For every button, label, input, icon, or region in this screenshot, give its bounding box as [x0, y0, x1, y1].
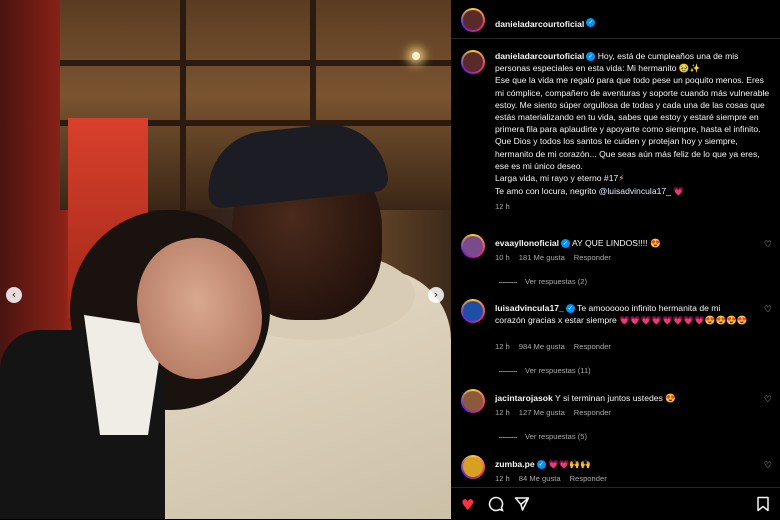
verified-icon: ✓ — [536, 460, 546, 470]
heart-emoji: 💗 — [673, 187, 685, 198]
caption-line-3: Que Dios y todos los santos te cuiden y … — [495, 136, 760, 171]
commenter-username[interactable]: evaayllonoficial — [495, 238, 559, 248]
comment-likes[interactable]: 127 Me gusta — [519, 408, 565, 417]
view-replies-label: Ver respuestas (2) — [525, 277, 588, 286]
commenter-avatar[interactable] — [461, 299, 485, 323]
commenter-avatar[interactable] — [461, 234, 485, 258]
comment-time: 12 h — [495, 342, 510, 351]
comment-text: AY QUE LINDOS!!!! 😍 — [571, 238, 661, 248]
comment-likes[interactable]: 984 Me gusta — [519, 342, 565, 351]
mention-link[interactable]: @luisadvincula17_ — [599, 186, 671, 196]
view-replies-label: Ver respuestas (5) — [525, 432, 588, 441]
comment-likes[interactable]: 181 Me gusta — [519, 253, 565, 262]
caption-line-2: Ese que la vida me regaló para que todo … — [495, 75, 770, 135]
commenter-username[interactable]: jacintarojasok — [495, 393, 553, 403]
heart-outline-icon[interactable]: ♡ — [764, 305, 772, 315]
comment-text: 💗💗🙌🙌 — [548, 459, 591, 469]
verified-icon: ✓ — [586, 18, 596, 28]
lightning-emoji: ⚡ — [618, 174, 625, 185]
chevron-left-icon[interactable]: ‹ — [6, 287, 22, 303]
verified-icon: ✓ — [561, 239, 571, 249]
commenter-avatar[interactable] — [461, 455, 485, 479]
heart-outline-icon[interactable]: ♡ — [764, 395, 772, 405]
caption-line-5: Te amo con locura, negrito — [495, 186, 597, 197]
comment-text: Y si terminan juntos ustedes 😍 — [555, 393, 676, 403]
share-icon[interactable] — [514, 496, 530, 516]
post-photo[interactable]: ‹ › — [0, 0, 451, 519]
comment-time: 12 h — [495, 408, 510, 417]
post-header: danieladarcourtoficial ✓ — [451, 0, 780, 39]
action-bar: ♥ — [451, 487, 780, 520]
reply-button[interactable]: Responder — [574, 408, 611, 417]
post-time: 12 h — [495, 202, 510, 212]
view-replies-button[interactable]: Ver respuestas (11) — [499, 366, 591, 375]
reply-button[interactable]: Responder — [574, 342, 611, 351]
comment-icon[interactable] — [488, 496, 504, 516]
verified-icon: ✓ — [586, 52, 596, 62]
reply-button[interactable]: Responder — [570, 474, 607, 483]
caption-username[interactable]: danieladarcourtoficial — [495, 51, 584, 61]
comment-likes[interactable]: 84 Me gusta — [519, 474, 561, 483]
reply-button[interactable]: Responder — [574, 253, 611, 262]
view-replies-button[interactable]: Ver respuestas (2) — [499, 277, 587, 286]
heart-icon[interactable]: ♥ — [461, 496, 474, 514]
comment-time: 12 h — [495, 474, 510, 483]
bookmark-icon[interactable] — [756, 496, 770, 516]
view-replies-label: Ver respuestas (11) — [525, 366, 591, 375]
chevron-right-icon[interactable]: › — [428, 287, 444, 303]
caption-avatar[interactable] — [461, 50, 485, 74]
author-username[interactable]: danieladarcourtoficial — [495, 19, 584, 29]
post-caption: danieladarcourtoficial ✓ Hoy, está de cum… — [495, 50, 770, 214]
comment-time: 10 h — [495, 253, 510, 262]
heart-outline-icon[interactable]: ♡ — [764, 240, 772, 250]
verified-icon: ✓ — [565, 304, 575, 314]
author-avatar[interactable] — [461, 8, 485, 32]
hashtag-link[interactable]: #17 — [604, 173, 618, 183]
heart-outline-icon[interactable]: ♡ — [764, 461, 772, 471]
caption-line-4: Larga vida, mi rayo y eterno — [495, 173, 602, 184]
ceiling-lamp — [412, 52, 420, 60]
commenter-username[interactable]: luisadvincula17_ — [495, 303, 564, 313]
view-replies-button[interactable]: Ver respuestas (5) — [499, 432, 587, 441]
header-username-row: danieladarcourtoficial ✓ — [495, 14, 596, 32]
commenter-username[interactable]: zumba.pe — [495, 459, 535, 469]
commenter-avatar[interactable] — [461, 389, 485, 413]
post-panel: danieladarcourtoficial ✓ danieladarcourto… — [451, 0, 780, 519]
